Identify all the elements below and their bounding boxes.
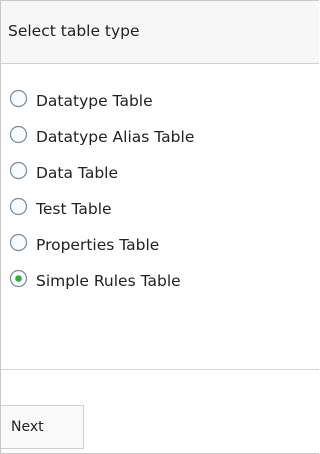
table-type-radio-group: Datatype Table Datatype Alias Table Data… (1, 89, 319, 305)
radio-button-icon[interactable] (9, 233, 28, 252)
option-data-table[interactable]: Data Table (1, 161, 319, 197)
radio-button-icon[interactable] (9, 197, 28, 216)
divider (1, 369, 319, 370)
option-label: Test Table (36, 200, 112, 218)
next-button[interactable]: Next (1, 405, 84, 449)
option-properties-table[interactable]: Properties Table (1, 233, 319, 269)
option-label: Datatype Table (36, 92, 153, 110)
option-label: Properties Table (36, 236, 160, 254)
option-datatype-alias-table[interactable]: Datatype Alias Table (1, 125, 319, 161)
radio-button-icon[interactable] (9, 161, 28, 180)
option-simple-rules-table[interactable]: Simple Rules Table (1, 269, 319, 305)
option-label: Datatype Alias Table (36, 128, 195, 146)
option-datatype-table[interactable]: Datatype Table (1, 89, 319, 125)
option-label: Simple Rules Table (36, 272, 181, 290)
panel-header: Select table type (1, 1, 319, 64)
select-table-type-panel: Select table type Datatype Table Datatyp… (0, 0, 319, 454)
option-label: Data Table (36, 164, 119, 182)
radio-button-icon[interactable] (9, 125, 28, 144)
page-title: Select table type (8, 22, 140, 40)
option-test-table[interactable]: Test Table (1, 197, 319, 233)
radio-button-selected-icon[interactable] (9, 269, 28, 288)
radio-selected-dot (15, 275, 22, 282)
radio-button-icon[interactable] (9, 89, 28, 108)
